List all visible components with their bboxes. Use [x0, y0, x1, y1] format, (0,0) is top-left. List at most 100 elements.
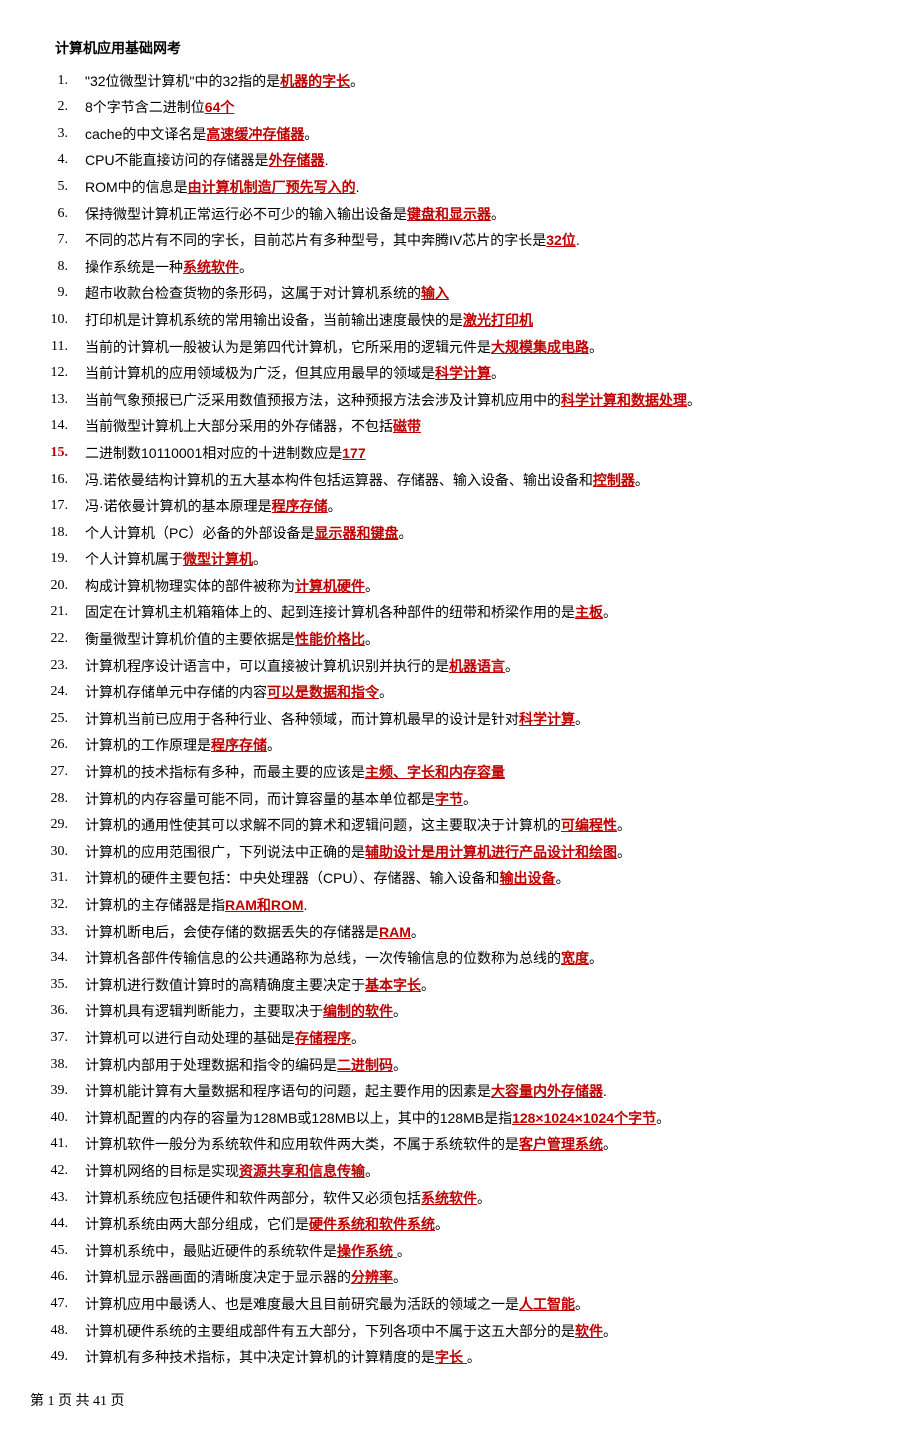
question-item: 计算机软件一般分为系统软件和应用软件两大类，不属于系统软件的是客户管理系统。: [30, 1131, 890, 1158]
question-suffix: .: [603, 1083, 607, 1099]
question-text: 当前的计算机一般被认为是第四代计算机，它所采用的逻辑元件是: [85, 339, 491, 355]
answer-text: 字长: [435, 1349, 467, 1365]
question-suffix: 。: [467, 1349, 481, 1365]
answer-text: 系统软件: [183, 259, 239, 275]
question-text: 保持微型计算机正常运行必不可少的输入输出设备是: [85, 206, 407, 222]
question-item: 个人计算机属于微型计算机。: [30, 546, 890, 573]
question-suffix: 。: [365, 578, 379, 594]
answer-text: 宽度: [561, 950, 589, 966]
question-suffix: 。: [589, 950, 603, 966]
answer-text: 主板: [575, 604, 603, 620]
question-suffix: 。: [656, 1110, 670, 1126]
answer-text: 64个: [205, 99, 235, 115]
question-text: 个人计算机属于: [85, 551, 183, 567]
question-suffix: 。: [635, 472, 649, 488]
question-suffix: 。: [393, 1003, 407, 1019]
answer-text: 资源共享和信息传输: [239, 1163, 365, 1179]
question-text: 计算机程序设计语言中，可以直接被计算机识别并执行的是: [85, 658, 449, 674]
question-text: 计算机内部用于处理数据和指令的编码是: [85, 1057, 337, 1073]
answer-text: 高速缓冲存储器: [206, 126, 304, 142]
answer-text: RAM和ROM: [225, 897, 304, 913]
question-suffix: 。: [253, 551, 267, 567]
answer-text: 基本字长: [365, 977, 421, 993]
answer-text: 二进制码: [337, 1057, 393, 1073]
answer-text: 辅助设计是用计算机进行产品设计和绘图: [365, 844, 617, 860]
question-item: 构成计算机物理实体的部件被称为计算机硬件。: [30, 573, 890, 600]
question-item: 超市收款台检查货物的条形码，这属于对计算机系统的输入: [30, 280, 890, 307]
question-text: 计算机的工作原理是: [85, 737, 211, 753]
question-text: 冯.诺依曼结构计算机的五大基本构件包括运算器、存储器、输入设备、输出设备和: [85, 472, 593, 488]
question-item: 当前的计算机一般被认为是第四代计算机，它所采用的逻辑元件是大规模集成电路。: [30, 334, 890, 361]
answer-text: 外存储器: [269, 152, 325, 168]
question-item: 计算机显示器画面的清晰度决定于显示器的分辨率。: [30, 1264, 890, 1291]
document-page: 计算机应用基础网考 "32位微型计算机"中的32指的是机器的字长。8个字节含二进…: [0, 0, 920, 1435]
answer-text: 人工智能: [519, 1296, 575, 1312]
question-item: 打印机是计算机系统的常用输出设备，当前输出速度最快的是激光打印机: [30, 307, 890, 334]
question-text: "32位微型计算机"中的32指的是: [85, 73, 280, 89]
answer-text: 程序存储: [211, 737, 267, 753]
question-item: 二进制数10110001相对应的十进制数应是177: [30, 440, 890, 467]
answer-text: 键盘和显示器: [407, 206, 491, 222]
answer-text: 大容量内外存储器: [491, 1083, 603, 1099]
answer-text: 控制器: [593, 472, 635, 488]
answer-text: 输出设备: [500, 870, 556, 886]
answer-text: 177: [342, 445, 365, 461]
question-suffix: 。: [328, 498, 342, 514]
question-text: 衡量微型计算机价值的主要依据是: [85, 631, 295, 647]
question-text: 计算机断电后，会使存储的数据丢失的存储器是: [85, 924, 379, 940]
question-suffix: 。: [365, 1163, 379, 1179]
question-item: 当前气象预报已广泛采用数值预报方法，这种预报方法会涉及计算机应用中的科学计算和数…: [30, 387, 890, 414]
question-text: 计算机系统中，最贴近硬件的系统软件是: [85, 1243, 337, 1259]
question-suffix: 。: [435, 1216, 449, 1232]
question-text: 冯·诺依曼计算机的基本原理是: [85, 498, 272, 514]
question-suffix: 。: [304, 126, 318, 142]
answer-text: 系统软件: [421, 1190, 477, 1206]
answer-text: 32位: [546, 232, 576, 248]
question-text: 计算机的应用范围很广，下列说法中正确的是: [85, 844, 365, 860]
answer-text: 硬件系统和软件系统: [309, 1216, 435, 1232]
question-item: 计算机网络的目标是实现资源共享和信息传输。: [30, 1158, 890, 1185]
page-footer: 第 1 页 共 41 页: [30, 1389, 890, 1416]
question-item: 固定在计算机主机箱箱体上的、起到连接计算机各种部件的纽带和桥梁作用的是主板。: [30, 599, 890, 626]
question-suffix: .: [576, 232, 580, 248]
question-item: cache的中文译名是高速缓冲存储器。: [30, 121, 890, 148]
document-title: 计算机应用基础网考: [55, 35, 890, 62]
question-text: 打印机是计算机系统的常用输出设备，当前输出速度最快的是: [85, 312, 463, 328]
question-suffix: .: [304, 897, 308, 913]
question-text: 计算机当前已应用于各种行业、各种领域，而计算机最早的设计是针对: [85, 711, 519, 727]
answer-text: 可编程性: [561, 817, 617, 833]
answer-text: 输入: [421, 285, 449, 301]
question-suffix: 。: [505, 658, 519, 674]
question-item: 计算机的内存容量可能不同，而计算容量的基本单位都是字节。: [30, 786, 890, 813]
question-suffix: 。: [393, 1269, 407, 1285]
answer-text: 微型计算机: [183, 551, 253, 567]
answer-text: 程序存储: [272, 498, 328, 514]
question-suffix: 。: [239, 259, 253, 275]
question-text: 超市收款台检查货物的条形码，这属于对计算机系统的: [85, 285, 421, 301]
question-suffix: 。: [491, 206, 505, 222]
question-item: 操作系统是一种系统软件。: [30, 254, 890, 281]
question-suffix: 。: [351, 1030, 365, 1046]
question-suffix: 。: [556, 870, 570, 886]
question-text: 计算机的技术指标有多种，而最主要的应该是: [85, 764, 365, 780]
question-suffix: 。: [365, 631, 379, 647]
answer-text: 操作系统: [337, 1243, 397, 1259]
answer-text: 激光打印机: [463, 312, 533, 328]
answer-text: 科学计算: [435, 365, 491, 381]
question-text: 二进制数10110001相对应的十进制数应是: [85, 445, 342, 461]
question-text: 当前气象预报已广泛采用数值预报方法，这种预报方法会涉及计算机应用中的: [85, 392, 561, 408]
question-suffix: 。: [491, 365, 505, 381]
question-text: 计算机进行数值计算时的高精确度主要决定于: [85, 977, 365, 993]
answer-text: 大规模集成电路: [491, 339, 589, 355]
question-text: 个人计算机（PC）必备的外部设备是: [85, 525, 314, 541]
question-item: 计算机硬件系统的主要组成部件有五大部分，下列各项中不属于这五大部分的是软件。: [30, 1318, 890, 1345]
question-item: 不同的芯片有不同的字长，目前芯片有多种型号，其中奔腾IV芯片的字长是32位.: [30, 227, 890, 254]
question-suffix: 。: [379, 684, 393, 700]
question-text: ROM中的信息是: [85, 179, 188, 195]
answer-text: 客户管理系统: [519, 1136, 603, 1152]
question-suffix: 。: [617, 817, 631, 833]
question-item: 计算机可以进行自动处理的基础是存储程序。: [30, 1025, 890, 1052]
answer-text: 编制的软件: [323, 1003, 393, 1019]
question-suffix: .: [356, 179, 360, 195]
question-item: 计算机系统中，最贴近硬件的系统软件是操作系统 。: [30, 1238, 890, 1265]
